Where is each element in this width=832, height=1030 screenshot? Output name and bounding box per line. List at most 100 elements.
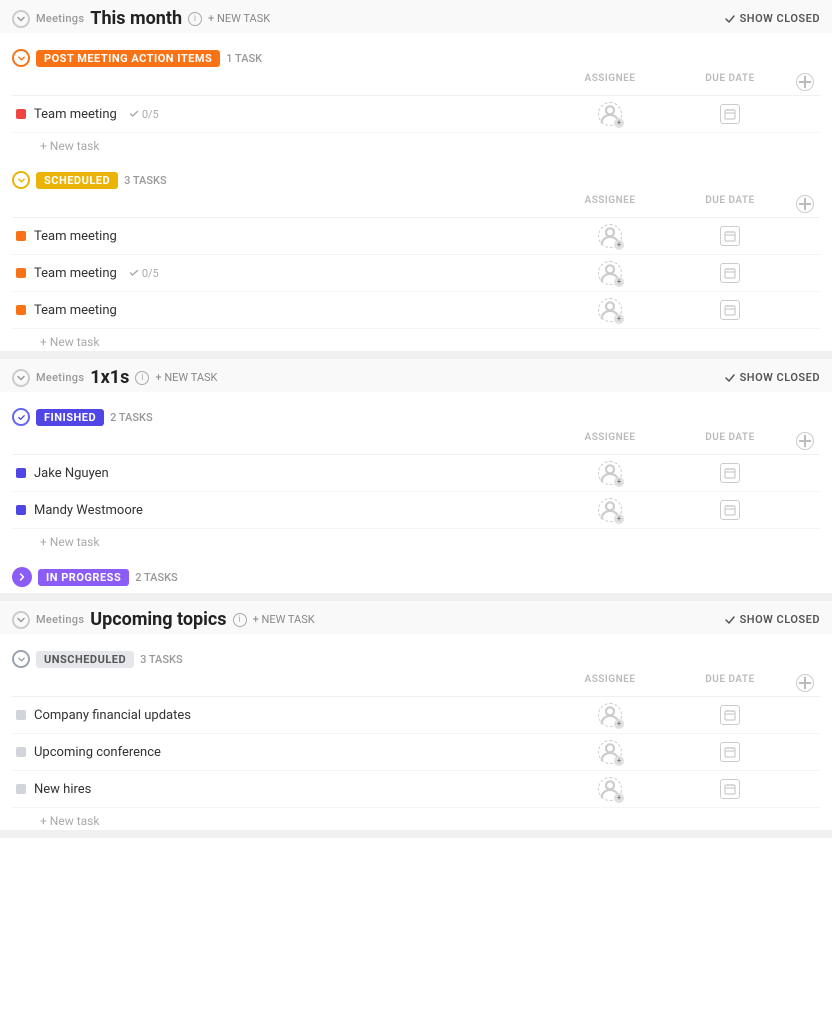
- section-title: 1x1s: [90, 367, 129, 388]
- task-left: Jake Nguyen: [12, 466, 550, 481]
- collapse-btn[interactable]: [12, 49, 30, 67]
- avatar[interactable]: [598, 461, 622, 485]
- avatar[interactable]: [598, 498, 622, 522]
- due-date-cell[interactable]: [670, 705, 790, 725]
- calendar-icon[interactable]: [720, 463, 740, 483]
- add-col-header[interactable]: [790, 674, 820, 692]
- assignee-cell[interactable]: [550, 498, 670, 522]
- section-collapse-btn[interactable]: [12, 10, 30, 28]
- assignee-cell[interactable]: [550, 703, 670, 727]
- col-header-duedate: DUE DATE: [670, 195, 790, 213]
- section-title: Upcoming topics: [90, 609, 226, 630]
- new-task-row[interactable]: + New task: [12, 529, 820, 551]
- avatar[interactable]: [598, 224, 622, 248]
- task-left: Team meeting: [12, 303, 550, 318]
- group-header-left: UNSCHEDULED 3 TASKS: [12, 650, 550, 668]
- task-name: Mandy Westmoore: [34, 503, 143, 518]
- add-col-header[interactable]: [790, 195, 820, 213]
- avatar[interactable]: [598, 777, 622, 801]
- avatar[interactable]: [598, 740, 622, 764]
- section-collapse-btn[interactable]: [12, 369, 30, 387]
- due-date-cell[interactable]: [670, 463, 790, 483]
- collapse-btn[interactable]: [12, 171, 30, 189]
- group-tag: SCHEDULED: [36, 172, 118, 189]
- table-row: Company financial updates: [12, 697, 820, 734]
- column-headers: ASSIGNEE DUE DATE: [12, 428, 820, 455]
- avatar[interactable]: [598, 298, 622, 322]
- avatar[interactable]: [598, 703, 622, 727]
- add-column-button[interactable]: [796, 73, 814, 91]
- due-date-cell[interactable]: [670, 742, 790, 762]
- due-date-cell[interactable]: [670, 300, 790, 320]
- avatar[interactable]: [598, 102, 622, 126]
- collapse-btn[interactable]: [12, 408, 30, 426]
- group-header-row: UNSCHEDULED 3 TASKS: [12, 644, 820, 670]
- add-col-header[interactable]: [790, 432, 820, 450]
- section-header-left: Meetings 1x1s i + NEW TASK: [12, 367, 217, 388]
- calendar-icon[interactable]: [720, 263, 740, 283]
- section-title: This month: [90, 8, 182, 29]
- assignee-cell[interactable]: [550, 224, 670, 248]
- due-date-cell[interactable]: [670, 779, 790, 799]
- assignee-cell[interactable]: [550, 740, 670, 764]
- avatar[interactable]: [598, 261, 622, 285]
- add-col-header[interactable]: [790, 73, 820, 91]
- calendar-icon[interactable]: [720, 500, 740, 520]
- section-header-this-month: Meetings This month i + NEW TASK SHOW CL…: [0, 0, 832, 33]
- show-closed-btn[interactable]: SHOW CLOSED: [724, 371, 820, 384]
- calendar-icon[interactable]: [720, 226, 740, 246]
- col-header-assignee: ASSIGNEE: [550, 432, 670, 450]
- section-header-upcoming-topics: Meetings Upcoming topics i + NEW TASK SH…: [0, 601, 832, 634]
- due-date-cell[interactable]: [670, 263, 790, 283]
- collapse-btn[interactable]: [12, 650, 30, 668]
- col-header-name: [12, 73, 550, 91]
- add-column-button[interactable]: [796, 432, 814, 450]
- info-icon[interactable]: i: [233, 613, 247, 627]
- table-row: Team meeting 0/5: [12, 96, 820, 133]
- calendar-icon[interactable]: [720, 705, 740, 725]
- show-closed-label: SHOW CLOSED: [740, 371, 820, 384]
- new-task-row[interactable]: + New task: [12, 808, 820, 830]
- info-icon[interactable]: i: [135, 371, 149, 385]
- section-upcoming-topics: Meetings Upcoming topics i + NEW TASK SH…: [0, 601, 832, 838]
- table-row: Team meeting 0/5: [12, 255, 820, 292]
- task-left: Team meeting: [12, 229, 550, 244]
- task-name: Company financial updates: [34, 708, 191, 723]
- col-header-assignee: ASSIGNEE: [550, 73, 670, 91]
- task-name: Team meeting: [34, 266, 117, 281]
- new-task-button[interactable]: + NEW TASK: [253, 613, 315, 626]
- add-column-button[interactable]: [796, 195, 814, 213]
- show-closed-btn[interactable]: SHOW CLOSED: [724, 613, 820, 626]
- calendar-icon[interactable]: [720, 742, 740, 762]
- table-row: Mandy Westmoore: [12, 492, 820, 529]
- col-header-name: [12, 195, 550, 213]
- info-icon[interactable]: i: [188, 12, 202, 26]
- task-dot: [16, 109, 26, 119]
- calendar-icon[interactable]: [720, 104, 740, 124]
- task-left: New hires: [12, 782, 550, 797]
- task-left: Company financial updates: [12, 708, 550, 723]
- assignee-cell[interactable]: [550, 261, 670, 285]
- due-date-cell[interactable]: [670, 226, 790, 246]
- task-left: Team meeting 0/5: [12, 107, 550, 122]
- assignee-cell[interactable]: [550, 298, 670, 322]
- table-row: Upcoming conference: [12, 734, 820, 771]
- assignee-cell[interactable]: [550, 461, 670, 485]
- group-scheduled: SCHEDULED 3 TASKS ASSIGNEE DUE DATE: [12, 165, 820, 351]
- assignee-cell[interactable]: [550, 777, 670, 801]
- new-task-row[interactable]: + New task: [12, 133, 820, 155]
- calendar-icon[interactable]: [720, 300, 740, 320]
- collapse-btn-in-progress[interactable]: [12, 567, 32, 587]
- section-category: Meetings: [36, 12, 84, 25]
- due-date-cell[interactable]: [670, 500, 790, 520]
- new-task-button[interactable]: + NEW TASK: [155, 371, 217, 384]
- add-column-button[interactable]: [796, 674, 814, 692]
- calendar-icon[interactable]: [720, 779, 740, 799]
- section-collapse-btn[interactable]: [12, 611, 30, 629]
- show-closed-btn[interactable]: SHOW CLOSED: [724, 12, 820, 25]
- new-task-row[interactable]: + New task: [12, 329, 820, 351]
- due-date-cell[interactable]: [670, 104, 790, 124]
- new-task-button[interactable]: + NEW TASK: [208, 12, 270, 25]
- task-dot: [16, 305, 26, 315]
- assignee-cell[interactable]: [550, 102, 670, 126]
